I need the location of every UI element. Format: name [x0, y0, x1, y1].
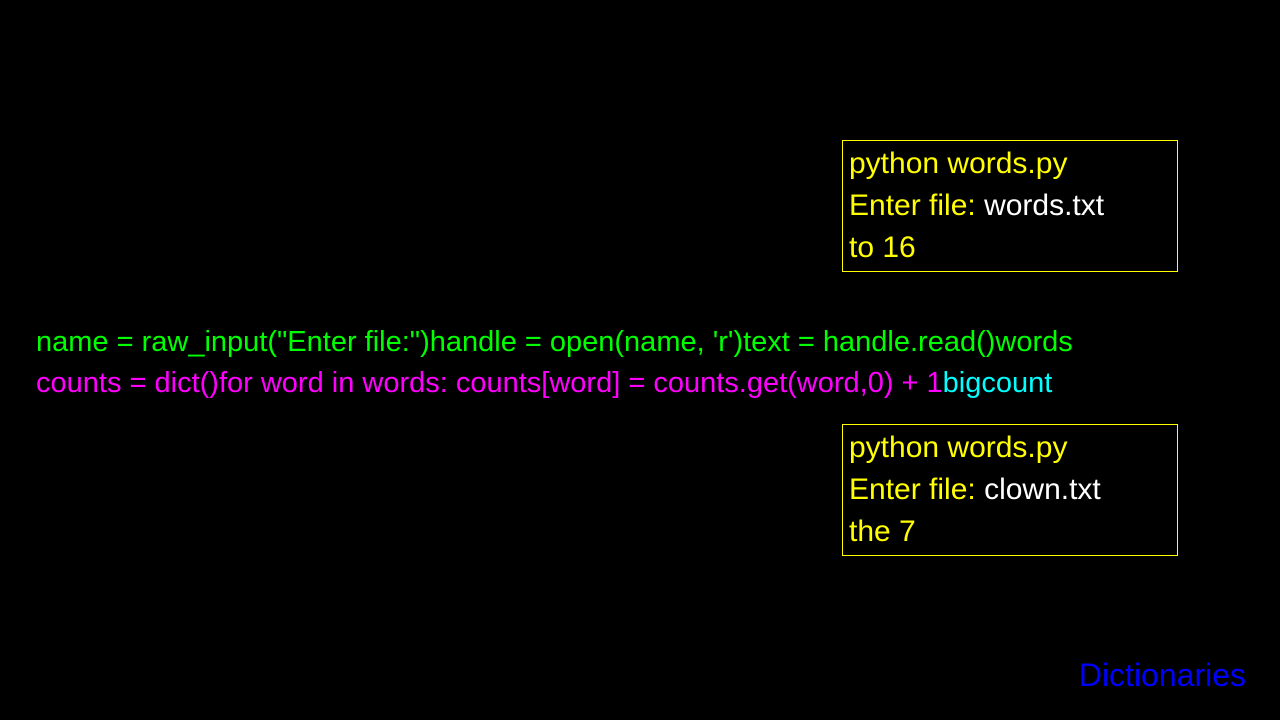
- terminal-line: the 7: [849, 511, 1171, 553]
- terminal-line: Enter file: words.txt: [849, 185, 1171, 227]
- terminal-line: to 16: [849, 227, 1171, 269]
- code-segment: counts = dict(): [36, 367, 219, 399]
- slide-footer-label: Dictionaries: [1079, 657, 1246, 694]
- code-line-2: counts = dict()for word in words: counts…: [36, 363, 1280, 404]
- terminal-output-1: python words.py Enter file: words.txt to…: [842, 140, 1178, 272]
- terminal-user-input: words.txt: [984, 189, 1104, 222]
- terminal-prompt: Enter file:: [849, 473, 984, 506]
- terminal-line: python words.py: [849, 427, 1171, 469]
- terminal-result: the 7: [849, 515, 916, 548]
- terminal-output-2: python words.py Enter file: clown.txt th…: [842, 424, 1178, 556]
- terminal-command: python words.py: [849, 431, 1067, 464]
- terminal-result: to 16: [849, 231, 916, 264]
- terminal-command: python words.py: [849, 147, 1067, 180]
- code-segment: text = handle.read(): [743, 326, 995, 358]
- code-segment: handle = open(name, 'r'): [430, 326, 743, 358]
- code-segment: for word in words: counts[word] = counts…: [219, 367, 943, 399]
- terminal-line: python words.py: [849, 143, 1171, 185]
- terminal-user-input: clown.txt: [984, 473, 1101, 506]
- code-block: name = raw_input("Enter file:")handle = …: [36, 322, 1280, 403]
- code-line-1: name = raw_input("Enter file:")handle = …: [36, 322, 1280, 363]
- code-segment: name = raw_input("Enter file:"): [36, 326, 430, 358]
- terminal-line: Enter file: clown.txt: [849, 469, 1171, 511]
- code-segment: words: [995, 326, 1072, 358]
- terminal-prompt: Enter file:: [849, 189, 984, 222]
- code-segment: bigcount: [943, 367, 1053, 399]
